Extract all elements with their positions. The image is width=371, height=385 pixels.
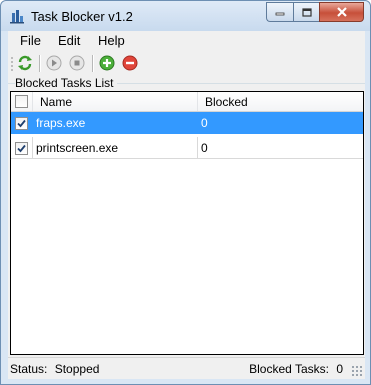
row-blocked-cell: 0 <box>198 137 363 159</box>
toolbar <box>8 52 365 74</box>
maximize-icon <box>301 7 312 17</box>
status-text: Status: Stopped <box>10 362 99 376</box>
menu-file[interactable]: File <box>16 33 45 48</box>
window-title: Task Blocker v1.2 <box>31 9 133 24</box>
column-name-label: Name <box>40 95 73 109</box>
status-value: Stopped <box>54 362 100 376</box>
column-header-blocked[interactable]: Blocked <box>198 92 362 111</box>
table-row[interactable]: printscreen.exe 0 <box>11 137 363 159</box>
minimize-icon <box>275 12 285 16</box>
title-bar[interactable]: Task Blocker v1.2 <box>1 1 370 31</box>
toolbar-grip[interactable] <box>11 56 13 72</box>
caption-buttons <box>266 2 364 22</box>
blocked-count: 0 <box>201 141 208 155</box>
minimize-button[interactable] <box>266 2 293 22</box>
column-blocked-label: Blocked <box>205 95 248 109</box>
add-icon[interactable] <box>99 55 115 71</box>
close-button[interactable] <box>319 2 364 22</box>
refresh-icon[interactable] <box>17 55 33 71</box>
app-chart-icon <box>10 10 24 24</box>
menu-edit[interactable]: Edit <box>54 33 84 48</box>
task-name: fraps.exe <box>36 116 86 130</box>
close-icon <box>336 7 347 17</box>
status-label: Status: <box>10 362 48 376</box>
row-checkbox-cell <box>11 112 33 134</box>
blocked-tasks-list[interactable]: Name Blocked fraps.exe 0 printscreen.exe… <box>10 91 364 355</box>
blocked-count: 0 <box>201 116 208 130</box>
header-checkbox-cell[interactable] <box>11 92 33 111</box>
header-checkbox[interactable] <box>15 95 28 108</box>
row-name-cell: fraps.exe <box>33 112 198 134</box>
toolbar-separator <box>92 55 94 72</box>
menu-bar: File Edit Help <box>8 31 365 51</box>
remove-icon[interactable] <box>122 55 138 71</box>
checkmark-icon <box>17 144 26 153</box>
table-row[interactable]: fraps.exe 0 <box>11 112 363 134</box>
client-area: File Edit Help Blocked Tasks List Name B… <box>8 31 365 379</box>
start-icon[interactable] <box>46 55 62 71</box>
app-window: Task Blocker v1.2 File Edit Help Blocked… <box>0 0 371 385</box>
group-title: Blocked Tasks List <box>15 76 117 90</box>
list-header: Name Blocked <box>11 92 363 112</box>
blocked-tasks-count: 0 <box>336 362 343 376</box>
row-checkbox[interactable] <box>15 142 28 155</box>
row-checkbox-cell <box>11 137 33 159</box>
row-blocked-cell: 0 <box>198 112 363 134</box>
blocked-tasks-summary: Blocked Tasks: 0 <box>249 362 343 376</box>
task-name: printscreen.exe <box>36 141 119 155</box>
column-header-name[interactable]: Name <box>33 92 198 111</box>
row-name-cell: printscreen.exe <box>33 137 198 159</box>
toolbar-separator <box>39 55 41 72</box>
resize-grip[interactable] <box>351 365 363 377</box>
blocked-tasks-label: Blocked Tasks: <box>249 362 329 376</box>
row-checkbox[interactable] <box>15 117 28 130</box>
checkmark-icon <box>17 119 26 128</box>
stop-icon[interactable] <box>69 55 85 71</box>
menu-help[interactable]: Help <box>94 33 129 48</box>
maximize-button[interactable] <box>293 2 319 22</box>
status-bar: Status: Stopped Blocked Tasks: 0 <box>8 357 365 379</box>
